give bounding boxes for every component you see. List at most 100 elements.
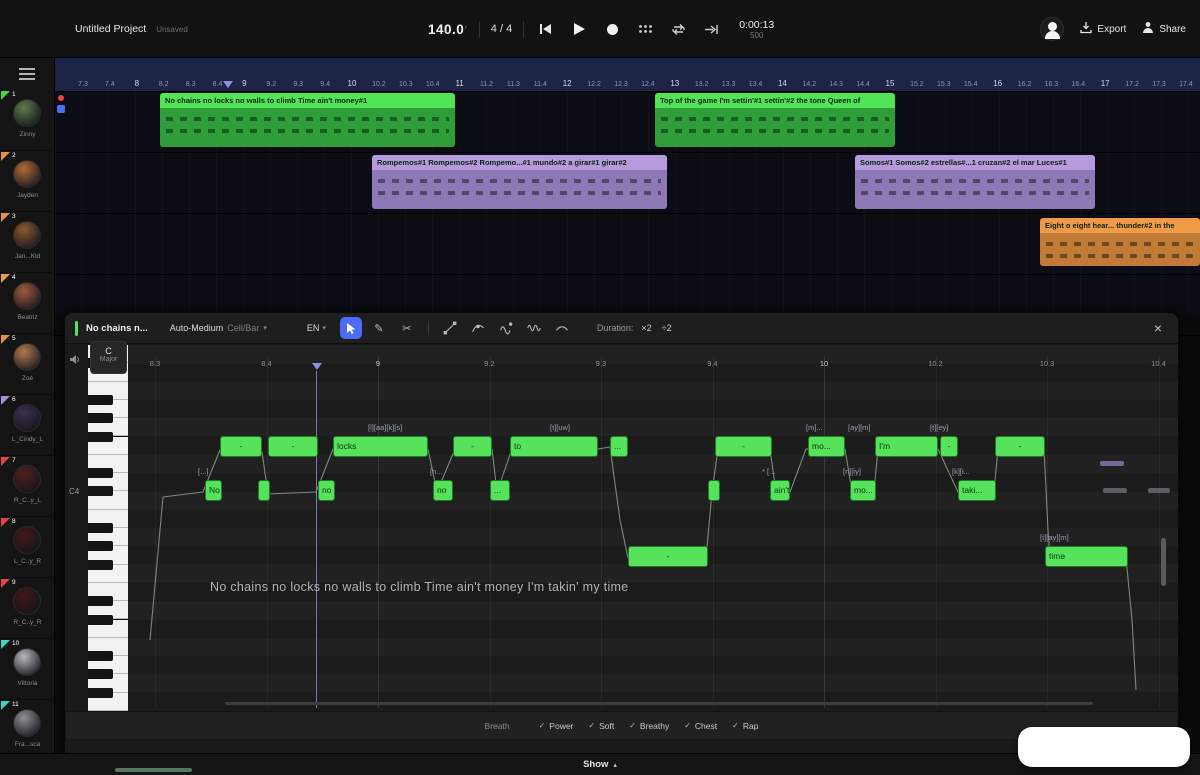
note[interactable]: - [715, 436, 772, 457]
duration-half-button[interactable]: ÷2 [662, 323, 672, 333]
note[interactable]: time [1045, 546, 1128, 567]
timeline-ruler-tick[interactable]: 11 [455, 79, 463, 88]
phoneme-label[interactable]: [t][uw] [550, 423, 570, 432]
note[interactable]: ... [490, 480, 510, 501]
show-panel-button[interactable]: Show [583, 759, 608, 770]
timeline-ruler-tick[interactable]: 9 [242, 79, 246, 88]
note[interactable]: locks [333, 436, 428, 457]
vertical-scrollbar[interactable] [1161, 538, 1166, 586]
note[interactable]: ... [610, 436, 628, 457]
phoneme-label[interactable]: [k][i... [952, 467, 970, 476]
editor-ruler-tick[interactable]: 9 [376, 359, 380, 368]
editor-ruler-tick[interactable]: 10.3 [1040, 359, 1055, 368]
editor-ruler-tick[interactable]: 10 [820, 359, 828, 368]
notification-popup[interactable] [1018, 727, 1190, 767]
timeline-ruler-tick[interactable]: 13 [670, 79, 679, 88]
sidebar-track-item[interactable]: 8L_C..y_R [0, 517, 55, 578]
vocal-mode-breathy[interactable]: ✓Breathy [629, 721, 669, 731]
phoneme-label[interactable]: [...] [198, 467, 208, 476]
sidebar-track-item[interactable]: 3Jan...Kid [0, 212, 55, 273]
timeline-ruler-tick[interactable]: 14.3 [829, 81, 843, 88]
piano-black-key[interactable] [88, 651, 113, 661]
track-avatar[interactable] [13, 648, 41, 676]
phoneme-label[interactable]: [n][iy] [843, 467, 861, 476]
share-button[interactable]: Share [1142, 21, 1186, 37]
sidebar-track-item[interactable]: 1Zinny [0, 90, 55, 151]
time-signature[interactable]: 4 / 4 [491, 23, 512, 35]
brush-curve-tool[interactable] [495, 317, 517, 339]
piano-black-key[interactable] [88, 615, 113, 625]
timeline-ruler-tick[interactable]: 17.2 [1125, 81, 1139, 88]
timeline-ruler-tick[interactable]: 17.4 [1179, 81, 1193, 88]
vocal-mode-rap[interactable]: ✓Rap [732, 721, 758, 731]
timeline-ruler-tick[interactable]: 15.3 [937, 81, 951, 88]
timeline-ruler-tick[interactable]: 14.4 [856, 81, 870, 88]
timeline-ruler-tick[interactable]: 13.3 [722, 81, 736, 88]
project-title[interactable]: Untitled Project [75, 23, 146, 35]
timeline-ruler-tick[interactable]: 15.4 [964, 81, 978, 88]
loop-button[interactable] [667, 18, 689, 40]
track-avatar[interactable] [13, 343, 41, 371]
account-avatar[interactable] [1040, 17, 1064, 41]
duration-double-button[interactable]: ×2 [641, 323, 651, 333]
note[interactable]: no [318, 480, 335, 501]
arrangement-clip[interactable]: Somos#1 Somos#2 estrellas#...1 cruzan#2 … [855, 155, 1095, 209]
timeline-ruler-tick[interactable]: 8.3 [186, 81, 196, 88]
bottom-scrollbar-thumb[interactable] [115, 768, 192, 772]
note[interactable]: to [510, 436, 598, 457]
note-grid[interactable] [128, 345, 1178, 711]
piano-black-key[interactable] [88, 486, 113, 496]
timeline-ruler-tick[interactable]: 15 [886, 79, 895, 88]
piano-black-key[interactable] [88, 688, 113, 698]
piano-black-key[interactable] [88, 523, 113, 533]
editor-clip-name[interactable]: No chains n... [86, 323, 148, 334]
arrangement-clip[interactable]: Eight o eight hear... thunder#2 in the [1040, 218, 1200, 266]
note[interactable]: no [433, 480, 453, 501]
note[interactable]: - [453, 436, 492, 457]
timeline-ruler-tick[interactable]: 10.4 [426, 81, 440, 88]
timeline-ruler-tick[interactable]: 16.3 [1045, 81, 1059, 88]
piano-black-key[interactable] [88, 413, 113, 423]
track-avatar[interactable] [13, 526, 41, 554]
sidebar-track-item[interactable]: 11Fra...sca [0, 700, 55, 761]
key-signature-box[interactable]: C Major [90, 341, 127, 374]
track-avatar[interactable] [13, 221, 41, 249]
track-avatar[interactable] [13, 465, 41, 493]
timeline-ruler-tick[interactable]: 11.3 [507, 81, 520, 88]
playhead-marker[interactable] [223, 81, 233, 88]
piano-black-key[interactable] [88, 560, 113, 570]
vocal-mode-soft[interactable]: ✓Soft [588, 721, 614, 731]
arrangement-clip[interactable]: No chains no locks no walls to climb Tim… [160, 93, 455, 147]
note[interactable]: - [268, 436, 318, 457]
sidebar-track-item[interactable]: 6L_Cindy_L [0, 395, 55, 456]
phoneme-label[interactable]: [m]... [806, 423, 823, 432]
timeline-ruler-tick[interactable]: 9.2 [266, 81, 276, 88]
sidebar-track-item[interactable]: 4Beatriz [0, 273, 55, 334]
pen-curve-tool[interactable] [467, 317, 489, 339]
dots-grid-button[interactable] [634, 18, 656, 40]
timeline-ruler-tick[interactable]: 10.3 [399, 81, 413, 88]
track-avatar[interactable] [13, 160, 41, 188]
timeline-ruler-tick[interactable]: 9.4 [320, 81, 330, 88]
play-button[interactable] [568, 18, 590, 40]
editor-ruler-tick[interactable]: 10.4 [1151, 359, 1166, 368]
track-avatar[interactable] [13, 587, 41, 615]
phoneme-label[interactable]: [n... [430, 467, 443, 476]
timeline-ruler-tick[interactable]: 8 [135, 79, 139, 88]
sidebar-track-item[interactable]: 9R_C..y_R [0, 578, 55, 639]
timeline-ruler-tick[interactable]: 17.3 [1152, 81, 1166, 88]
scissors-tool[interactable]: ✂ [396, 317, 418, 339]
editor-ruler-tick[interactable]: 9.2 [484, 359, 494, 368]
horizontal-scrollbar[interactable] [225, 702, 1093, 705]
timeline-ruler-tick[interactable]: 16 [993, 79, 1002, 88]
timeline-ruler-tick[interactable]: 8.4 [213, 81, 223, 88]
sidebar-track-item[interactable]: 2Jayden [0, 151, 55, 212]
timeline-ruler-tick[interactable]: 12.4 [641, 81, 655, 88]
monitor-indicator[interactable] [57, 105, 65, 113]
piano-black-key[interactable] [88, 395, 113, 405]
timeline-ruler-tick[interactable]: 12.3 [614, 81, 628, 88]
language-select[interactable]: EN ▾ [307, 323, 326, 333]
note[interactable]: - [628, 546, 708, 567]
audition-icon[interactable] [69, 352, 81, 370]
piano-black-key[interactable] [88, 432, 113, 442]
